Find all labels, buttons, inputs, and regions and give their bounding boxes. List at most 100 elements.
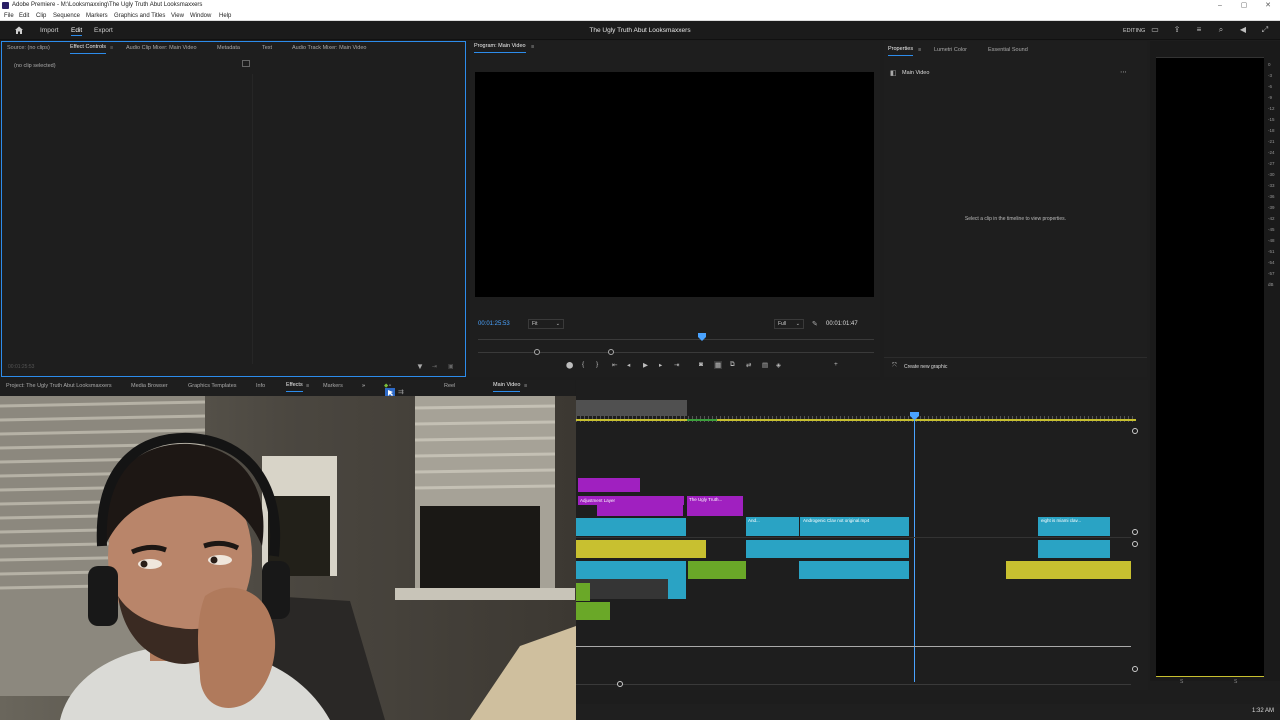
create-new-graphic-button[interactable]: Create new graphic [904, 364, 947, 370]
tab-markers[interactable]: Markers [323, 380, 343, 392]
program-ruler[interactable] [478, 339, 874, 340]
effect-controls-menu-icon[interactable]: ≡ [110, 42, 113, 54]
clip-androgenic[interactable]: Androgenic Clav not original.mp4 [800, 517, 909, 536]
clip-audio-blue-a[interactable] [746, 540, 909, 558]
more-options-icon[interactable]: ⋯ [1120, 68, 1127, 76]
clip-purple-small[interactable] [578, 478, 640, 492]
create-graphic-icon[interactable]: ⤧ [892, 363, 897, 370]
clip-audio-green-b[interactable] [576, 583, 590, 601]
menu-edit[interactable]: Edit [19, 11, 29, 21]
search-icon[interactable]: ⌕ [1216, 25, 1226, 35]
workspace-label[interactable]: EDITING [1123, 28, 1145, 34]
wrench-settings-icon[interactable]: ✎ [812, 320, 818, 328]
fullscreen-icon[interactable]: ⤢ [1260, 25, 1270, 35]
mark-in-icon[interactable]: { [582, 361, 584, 368]
clip-audio-yellow-b[interactable] [1006, 561, 1131, 579]
menu-markers[interactable]: Markers [86, 11, 108, 21]
tab-audio-clip-mixer[interactable]: Audio Clip Mixer: Main Video [126, 42, 197, 54]
meter-solo-right[interactable]: S [1234, 679, 1237, 685]
clip-audio-yellow-a[interactable] [576, 540, 706, 558]
go-to-out-icon[interactable]: ⇥ [674, 361, 679, 369]
zoom-handle-right[interactable] [608, 349, 614, 355]
menu-clip[interactable]: Clip [36, 11, 46, 21]
tab-audio-track-mixer[interactable]: Audio Track Mixer: Main Video [292, 42, 367, 54]
volume-icon[interactable]: ◀ [1238, 25, 1248, 35]
add-marker-icon[interactable]: ⬤ [566, 361, 573, 369]
tab-graphics-templates[interactable]: Graphics Templates [188, 380, 237, 392]
tab-essential-sound[interactable]: Essential Sound [988, 44, 1028, 56]
clip-eight-miami[interactable]: eight is miami clav... [1038, 517, 1110, 536]
minimize-icon[interactable]: – [1208, 0, 1232, 11]
menu-graphics[interactable]: Graphics and Titles [114, 11, 165, 21]
clip-audio-blue-d[interactable] [799, 561, 909, 579]
export-frame-icon[interactable]: ⇥ [432, 363, 437, 370]
tab-effect-controls[interactable]: Effect Controls [70, 42, 106, 54]
clip-title-graphic[interactable]: The Ugly Truth... [687, 496, 743, 516]
safe-margins-icon[interactable]: ▦ [714, 361, 723, 369]
filter-icon[interactable]: ▼ [416, 362, 424, 371]
vr-video-icon[interactable]: ◈ [776, 361, 781, 369]
program-video-frame[interactable] [475, 72, 874, 297]
tab-project[interactable]: Project: The Ugly Truth Abut Looksmaxxer… [6, 380, 112, 392]
timeline-playhead-head[interactable] [910, 412, 919, 420]
horizontal-zoom-scrollbar[interactable] [576, 684, 1131, 685]
effects-menu-icon[interactable]: ≡ [306, 380, 309, 392]
in-out-range[interactable] [576, 400, 687, 416]
tab-source[interactable]: Source: (no clips) [7, 42, 50, 54]
program-playhead-timecode[interactable]: 00:01:25:53 [478, 321, 510, 327]
menu-file[interactable]: File [4, 11, 14, 21]
panel-layout-icon[interactable]: ▭ [1150, 25, 1160, 35]
menu-help[interactable]: Help [219, 11, 231, 21]
camera-icon[interactable]: ◙ [699, 361, 703, 368]
tab-lumetri-color[interactable]: Lumetri Color [934, 44, 967, 56]
show-timeline-icon[interactable] [242, 60, 250, 67]
close-icon[interactable]: ✕ [1256, 0, 1280, 11]
maximize-icon[interactable]: ▢ [1232, 0, 1256, 11]
share-icon[interactable]: ⇪ [1172, 25, 1182, 35]
program-playhead-marker[interactable] [698, 333, 706, 341]
clip-audio-green-a[interactable] [688, 561, 746, 579]
clear-icon[interactable]: ▣ [448, 363, 454, 370]
comparison-view-icon[interactable]: ⧉ [730, 361, 735, 369]
menu-sequence[interactable]: Sequence [53, 11, 80, 21]
menu-view[interactable]: View [171, 11, 184, 21]
go-to-in-icon[interactable]: ⇤ [612, 361, 617, 369]
tab-program-main-video[interactable]: Program: Main Video [474, 41, 526, 53]
workspaces-menu-icon[interactable]: ≡ [1194, 25, 1204, 35]
tab-info[interactable]: Info [256, 380, 265, 392]
clip-audio-blue-e[interactable] [668, 579, 686, 599]
proxy-toggle-icon[interactable]: ⇄ [746, 361, 751, 369]
tab-main-video[interactable]: Main Video [493, 380, 521, 392]
horizontal-zoom-handle[interactable] [617, 681, 623, 687]
fit-select[interactable]: Fit ⌄ [528, 319, 564, 329]
zoom-handle-left[interactable] [534, 349, 540, 355]
clip-andro-short[interactable]: And... [746, 517, 799, 536]
tab-properties[interactable]: Properties [888, 44, 914, 56]
more-panels-icon[interactable]: » [362, 380, 365, 392]
button-editor-plus-icon[interactable]: + [834, 361, 838, 368]
clip-video-a[interactable] [576, 518, 686, 536]
timeline-playhead[interactable] [914, 416, 915, 682]
vertical-scroll-handle-audio[interactable] [1132, 541, 1138, 547]
tab-media-browser[interactable]: Media Browser [131, 380, 168, 392]
clip-adjustment-layer-2[interactable] [597, 505, 683, 516]
mark-out-icon[interactable]: } [596, 361, 598, 368]
clip-audio-blue-b[interactable] [1038, 540, 1110, 558]
step-back-icon[interactable]: ◂ [627, 361, 630, 369]
tab-metadata[interactable]: Metadata [217, 42, 240, 54]
meter-solo-left[interactable]: S [1180, 679, 1183, 685]
tab-reel[interactable]: Reel [444, 380, 455, 392]
timeline-menu-icon[interactable]: ≡ [524, 380, 527, 392]
menu-window[interactable]: Window [190, 11, 211, 21]
tab-effects[interactable]: Effects [286, 380, 303, 392]
clip-audio-blue-c[interactable] [576, 561, 686, 579]
vertical-scroll-handle-top[interactable] [1132, 428, 1138, 434]
tab-text[interactable]: Text [262, 42, 272, 54]
track-select-tool-icon[interactable]: ⇉ [398, 388, 404, 396]
program-menu-icon[interactable]: ≡ [531, 41, 534, 53]
step-forward-icon[interactable]: ▸ [659, 361, 662, 369]
playback-resolution-select[interactable]: Full ⌄ [774, 319, 804, 329]
vertical-scroll-handle-mid[interactable] [1132, 529, 1138, 535]
play-icon[interactable]: ▶ [643, 361, 648, 369]
clip-adjustment-layer[interactable]: Adjustment Layer [578, 496, 684, 505]
